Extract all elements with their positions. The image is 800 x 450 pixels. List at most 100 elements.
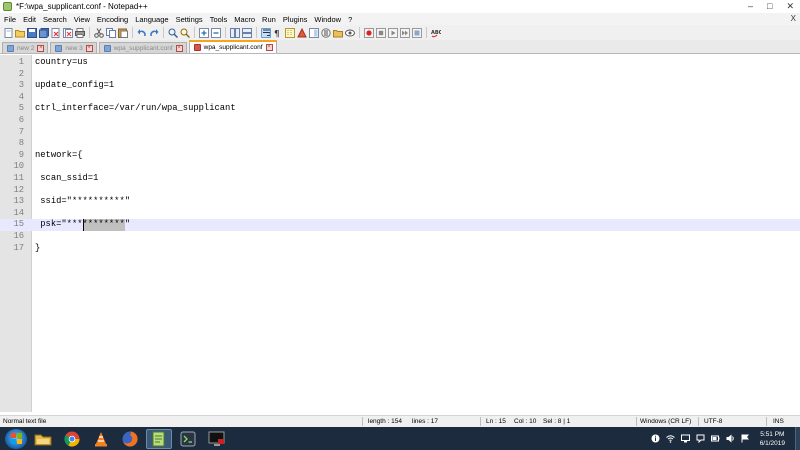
- editor-line[interactable]: 15 psk="*** ******** ": [0, 219, 800, 231]
- network-icon[interactable]: [680, 434, 690, 443]
- editor-line[interactable]: 10: [0, 161, 800, 173]
- sync-vertical-icon[interactable]: [230, 27, 240, 38]
- save-all-icon[interactable]: [39, 27, 49, 38]
- system-clock[interactable]: 5:51 PM 6/1/2019: [760, 430, 785, 448]
- editor-line[interactable]: 2: [0, 69, 800, 81]
- run-macro-icon[interactable]: [400, 27, 410, 38]
- cut-icon[interactable]: [94, 27, 104, 38]
- record-macro-icon[interactable]: [364, 27, 374, 38]
- zoom-in-icon[interactable]: [199, 27, 209, 38]
- status-eol[interactable]: Windows (CR LF): [640, 416, 691, 427]
- menu-view[interactable]: View: [74, 15, 90, 24]
- editor-line[interactable]: 11 scan_ssid=1: [0, 173, 800, 185]
- monitoring-icon[interactable]: [345, 28, 355, 38]
- editor-line[interactable]: 6: [0, 115, 800, 127]
- start-button[interactable]: [5, 428, 27, 449]
- tab-new-3[interactable]: new 3 ×: [50, 42, 97, 53]
- close-document-button[interactable]: X: [791, 13, 796, 25]
- menu-file[interactable]: File: [4, 15, 16, 24]
- toolbar-separator: [89, 27, 90, 38]
- play-macro-icon[interactable]: [388, 27, 398, 38]
- show-all-chars-icon[interactable]: ¶: [273, 28, 283, 38]
- menu-encoding[interactable]: Encoding: [97, 15, 128, 24]
- editor-line[interactable]: 13 ssid="**********": [0, 196, 800, 208]
- word-wrap-icon[interactable]: [261, 27, 271, 38]
- action-center-icon[interactable]: [696, 434, 705, 443]
- replace-icon[interactable]: [180, 28, 190, 38]
- editor-line[interactable]: 4: [0, 92, 800, 104]
- close-file-icon[interactable]: [51, 27, 61, 38]
- close-all-icon[interactable]: [63, 27, 73, 38]
- menu-tools[interactable]: Tools: [210, 15, 228, 24]
- show-desktop-button[interactable]: [795, 427, 800, 450]
- sync-horizontal-icon[interactable]: [242, 27, 252, 38]
- notepadpp-icon[interactable]: [146, 428, 172, 449]
- text-editor[interactable]: 1 country=us 2 3 update_config=1 4 5 ctrl_inter…: [0, 55, 800, 412]
- menu-help[interactable]: ?: [348, 15, 352, 24]
- status-insert-mode[interactable]: INS: [773, 416, 784, 427]
- document-map-icon[interactable]: [309, 27, 319, 38]
- menu-run[interactable]: Run: [262, 15, 276, 24]
- menu-macro[interactable]: Macro: [234, 15, 255, 24]
- close-window-button[interactable]: ✕: [786, 0, 794, 13]
- minimize-button[interactable]: –: [748, 0, 753, 13]
- function-list-icon[interactable]: [321, 27, 331, 38]
- vlc-icon[interactable]: [88, 429, 114, 449]
- tab-wpa-supplicant-inactive[interactable]: wpa_supplicant.conf ×: [98, 42, 187, 53]
- terminal-app-icon[interactable]: [175, 429, 201, 449]
- editor-line[interactable]: 17}: [0, 243, 800, 255]
- tab-wpa-supplicant-active[interactable]: wpa_supplicant.conf ×: [188, 40, 277, 53]
- editor-line[interactable]: 3 update_config=1: [0, 80, 800, 92]
- find-icon[interactable]: [168, 28, 178, 38]
- folder-workspace-icon[interactable]: [333, 28, 343, 38]
- paste-icon[interactable]: [118, 28, 128, 38]
- editor-line[interactable]: 12: [0, 185, 800, 197]
- print-icon[interactable]: [75, 27, 85, 38]
- text-caret: [82, 219, 84, 231]
- zoom-out-icon[interactable]: [211, 27, 221, 38]
- flag-icon[interactable]: [741, 434, 750, 443]
- menu-window[interactable]: Window: [314, 15, 341, 24]
- user-language-icon[interactable]: [297, 27, 307, 38]
- spellcheck-icon[interactable]: ABC: [431, 28, 441, 38]
- editor-line[interactable]: 5 ctrl_interface=/var/run/wpa_supplicant: [0, 103, 800, 115]
- close-tab-icon[interactable]: ×: [175, 44, 183, 52]
- undo-icon[interactable]: [137, 28, 147, 38]
- save-icon[interactable]: [27, 27, 37, 38]
- copy-icon[interactable]: [106, 27, 116, 38]
- wifi-icon[interactable]: [665, 434, 675, 443]
- remote-desktop-icon[interactable]: [204, 429, 230, 449]
- editor-line[interactable]: 14: [0, 208, 800, 220]
- volume-icon[interactable]: [726, 434, 735, 443]
- firefox-icon[interactable]: [117, 429, 143, 449]
- editor-line[interactable]: 9 network={: [0, 150, 800, 162]
- info-icon[interactable]: [651, 434, 660, 443]
- maximize-button[interactable]: □: [767, 0, 772, 13]
- line-number: 9: [18, 149, 24, 160]
- save-macro-icon[interactable]: [412, 27, 422, 38]
- menu-language[interactable]: Language: [135, 15, 168, 24]
- indent-guide-icon[interactable]: [285, 27, 295, 38]
- menu-search[interactable]: Search: [43, 15, 67, 24]
- redo-icon[interactable]: [149, 28, 159, 38]
- menu-settings[interactable]: Settings: [176, 15, 203, 24]
- close-tab-icon[interactable]: ×: [85, 44, 93, 52]
- stop-record-icon[interactable]: [376, 27, 386, 38]
- battery-icon[interactable]: [710, 434, 720, 443]
- open-file-icon[interactable]: [15, 28, 25, 38]
- editor-line[interactable]: 7: [0, 127, 800, 139]
- close-tab-icon[interactable]: ×: [265, 44, 273, 51]
- editor-line[interactable]: 16: [0, 231, 800, 243]
- close-tab-icon[interactable]: ×: [37, 44, 45, 52]
- menu-edit[interactable]: Edit: [23, 15, 36, 24]
- menu-plugins[interactable]: Plugins: [283, 15, 308, 24]
- status-encoding[interactable]: UTF-8: [704, 416, 722, 427]
- code-text: country=us: [35, 57, 88, 67]
- file-icon: [7, 44, 14, 52]
- chrome-icon[interactable]: [59, 429, 85, 449]
- new-file-icon[interactable]: [3, 27, 13, 38]
- editor-line[interactable]: 1 country=us: [0, 57, 800, 69]
- tab-new-2[interactable]: new 2 ×: [2, 42, 49, 53]
- file-explorer-icon[interactable]: [30, 429, 56, 449]
- editor-line[interactable]: 8: [0, 138, 800, 150]
